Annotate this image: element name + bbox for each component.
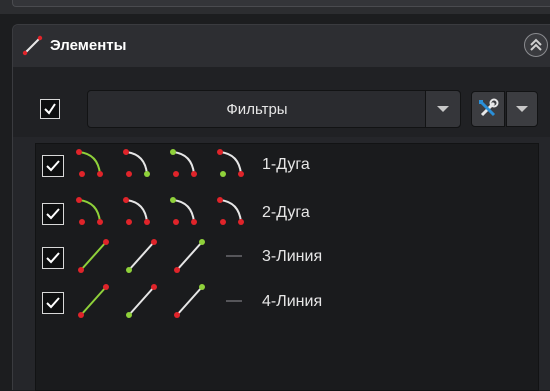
- chevron-down-icon: [437, 106, 449, 112]
- checkmark-icon: [46, 208, 60, 220]
- top-strip: [0, 0, 550, 14]
- tools-dropdown-button[interactable]: [506, 91, 538, 127]
- element-label: 2-Дуга: [262, 204, 310, 221]
- checkmark-icon: [44, 103, 56, 115]
- line-endpoint-icons: [78, 284, 242, 318]
- element-label: 1-Дуга: [262, 156, 310, 173]
- arc-endpoint-icons: [76, 149, 244, 177]
- list-item[interactable]: 1-Дуга: [36, 144, 536, 188]
- element-checkbox[interactable]: [42, 292, 64, 314]
- select-all-checkbox[interactable]: [40, 99, 60, 119]
- arc-icon-2: [123, 197, 150, 225]
- checkmark-icon: [46, 297, 60, 309]
- panel-header[interactable]: Элементы: [13, 25, 550, 68]
- arc-icon-1: [76, 197, 103, 225]
- line-icon-2: [126, 239, 157, 273]
- line-endpoint-icons: [78, 239, 242, 273]
- line-icon-2: [126, 284, 157, 318]
- elements-panel: Элементы Фильтры 1-Дуга 2-Дуга 3-Линия 4…: [12, 24, 550, 391]
- element-label: 3-Линия: [262, 248, 323, 265]
- double-chevron-up-icon: [530, 38, 542, 51]
- line-icon-1: [78, 284, 109, 318]
- arc-icon-3: [170, 149, 197, 177]
- arc-icon-4: [217, 149, 244, 177]
- checkmark-icon: [46, 252, 60, 264]
- arc-icon-3: [170, 197, 197, 225]
- list-item[interactable]: 3-Линия: [36, 236, 536, 280]
- arc-icon-2: [123, 149, 150, 177]
- arc-endpoint-icons: [76, 197, 244, 225]
- line-icon-1: [78, 239, 109, 273]
- line-segment-icon: [22, 35, 43, 56]
- element-checkbox[interactable]: [42, 203, 64, 225]
- filter-dropdown-label: Фильтры: [226, 101, 288, 118]
- list-item[interactable]: 2-Дуга: [36, 192, 536, 236]
- filter-dropdown-arrow[interactable]: [425, 91, 460, 127]
- list-item[interactable]: 4-Линия: [36, 281, 536, 325]
- arc-icon-1: [76, 149, 103, 177]
- tools-button[interactable]: [471, 91, 505, 127]
- panel-title: Элементы: [50, 37, 127, 54]
- line-icon-3: [174, 239, 205, 273]
- checkmark-icon: [46, 160, 60, 172]
- filter-dropdown[interactable]: Фильтры: [87, 90, 461, 128]
- collapse-button[interactable]: [524, 33, 548, 57]
- top-panel-edge: [12, 0, 550, 7]
- line-icon-3: [174, 284, 205, 318]
- elements-list: 1-Дуга 2-Дуга 3-Линия 4-Линия: [35, 143, 539, 391]
- wrench-screwdriver-icon: [479, 98, 499, 117]
- element-label: 4-Линия: [262, 293, 323, 310]
- element-checkbox[interactable]: [42, 247, 64, 269]
- element-checkbox[interactable]: [42, 155, 64, 177]
- arc-icon-4: [217, 197, 244, 225]
- chevron-down-icon: [516, 106, 528, 112]
